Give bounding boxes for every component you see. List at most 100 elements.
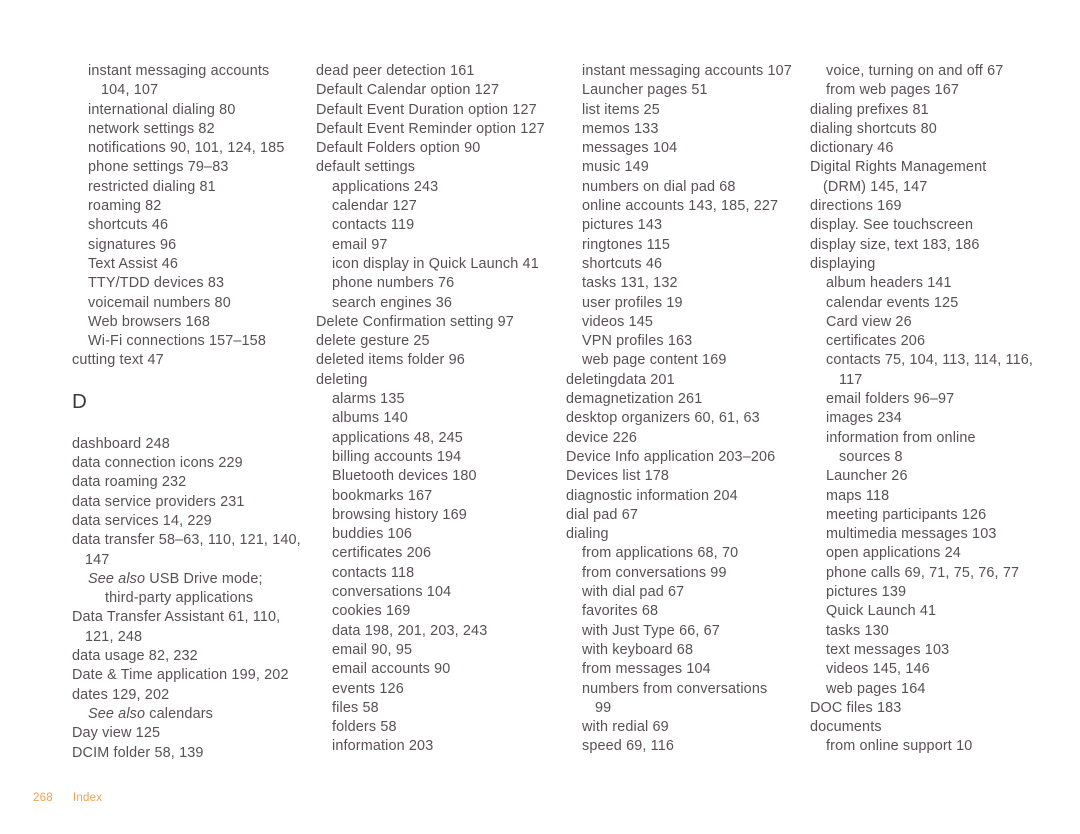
index-entry: restricted dialing 81	[72, 178, 304, 197]
index-entry-text: email 97	[332, 236, 388, 253]
index-entry-text: tasks 130	[826, 622, 889, 639]
index-entry-text: Web browsers 168	[88, 313, 211, 330]
index-column-2: dead peer detection 161 Default Calendar …	[316, 62, 548, 757]
index-entry-text: search engines 36	[332, 294, 453, 311]
index-entry: meeting participants 126	[810, 506, 1042, 525]
index-entry: Card view 26	[810, 313, 1042, 332]
index-entry-text: TTY/TDD devices 83	[88, 275, 225, 292]
index-entry-text: Default Folders option 90	[316, 140, 481, 157]
index-entry-text: videos 145, 146	[826, 661, 930, 678]
index-entry-text: data roaming 232	[72, 474, 187, 491]
index-entry: videos 145	[566, 313, 798, 332]
index-entry-text: pictures 139	[826, 584, 907, 601]
index-entry: VPN profiles 163	[566, 332, 798, 351]
index-entry: web pages 164	[810, 680, 1042, 699]
index-entry-text: text messages 103	[826, 641, 950, 658]
index-entry-text: files 58	[332, 699, 379, 716]
index-entry: with redial 69	[566, 718, 798, 737]
index-entry: diagnostic information 204	[566, 487, 798, 506]
footer-page-number: 268	[33, 792, 53, 804]
index-entry-text: demagnetization 261	[566, 391, 703, 408]
index-column-3: instant messaging accounts 107 Launcher p…	[566, 62, 798, 757]
index-entry: certificates 206	[810, 332, 1042, 351]
index-entry-text: cutting text 47	[72, 352, 164, 369]
index-entry: music 149	[566, 158, 798, 177]
index-entry: ringtones 115	[566, 236, 798, 255]
index-entry-text: Default Event Reminder option 127	[316, 120, 545, 137]
index-entry-text: phone settings 79–83	[88, 159, 229, 176]
see-also-label: See also	[88, 705, 146, 722]
index-entry-text: delete gesture 25	[316, 333, 430, 350]
index-entry-text: dictionary 46	[810, 140, 894, 157]
index-entry: alarms 135	[316, 390, 548, 409]
see-also-label: See also	[88, 570, 146, 587]
index-entry-text: Default Calendar option 127	[316, 82, 500, 99]
index-entry: Default Calendar option 127	[316, 81, 548, 100]
index-entry-text: pictures 143	[582, 217, 663, 234]
index-entry: contacts 118	[316, 564, 548, 583]
index-entry: videos 145, 146	[810, 660, 1042, 679]
index-entry: display. See touchscreen	[810, 216, 1042, 235]
index-entry: applications 48, 245	[316, 429, 548, 448]
index-entry-text: Bluetooth devices 180	[332, 468, 477, 485]
index-entry: dates 129, 202	[72, 686, 304, 705]
index-entry-text: network settings 82	[88, 120, 215, 137]
index-entry: open applications 24	[810, 544, 1042, 563]
index-entry: numbers from conversations 99	[566, 680, 798, 719]
index-entry: browsing history 169	[316, 506, 548, 525]
index-entry: calendar events 125	[810, 294, 1042, 313]
index-entry-continuation: 99	[595, 699, 612, 716]
see-also-target: calendars	[145, 705, 213, 722]
index-entry: certificates 206	[316, 544, 548, 563]
index-entry-text: documents	[810, 719, 882, 736]
index-entry-text: dialing	[566, 526, 609, 543]
index-entry-text: calendar events 125	[826, 294, 959, 311]
index-entry: dialing prefixes 81	[810, 101, 1042, 120]
index-entry: from web pages 167	[810, 81, 1042, 100]
index-entry-text: phone calls 69, 71, 75, 76, 77	[826, 564, 1020, 581]
index-entry: Web browsers 168	[72, 313, 304, 332]
index-entry-text: meeting participants 126	[826, 506, 987, 523]
index-entry: email folders 96–97	[810, 390, 1042, 409]
index-entry: Devices list 178	[566, 467, 798, 486]
index-entry: phone numbers 76	[316, 274, 548, 293]
index-entry-text: online accounts 143, 185, 227	[582, 198, 779, 215]
index-entry-text: display. See touchscreen	[810, 217, 974, 234]
index-entry: data roaming 232	[72, 473, 304, 492]
index-entry-text: videos 145	[582, 313, 654, 330]
index-entry-text: signatures 96	[88, 236, 177, 253]
index-entry-text: voicemail numbers 80	[88, 294, 231, 311]
index-entry: roaming 82	[72, 197, 304, 216]
index-entry-text: ringtones 115	[582, 236, 671, 253]
index-entry-text: Device Info application 203–206	[566, 448, 776, 465]
index-entry: numbers on dial pad 68	[566, 178, 798, 197]
index-entry: icon display in Quick Launch 41	[316, 255, 548, 274]
index-entry: Day view 125	[72, 724, 304, 743]
index-entry-text: contacts 118	[332, 564, 415, 581]
index-entry-text: images 234	[826, 410, 902, 427]
index-entry: albums 140	[316, 409, 548, 428]
index-entry-text: calendar 127	[332, 198, 417, 215]
index-entry-text: default settings	[316, 159, 416, 176]
index-entry-text: folders 58	[332, 719, 397, 736]
index-entry: email 90, 95	[316, 641, 548, 660]
see-also-target: USB Drive mode;	[145, 570, 263, 587]
index-entry-text: icon display in Quick Launch 41	[332, 255, 539, 272]
index-entry: demagnetization 261	[566, 390, 798, 409]
index-entry-text: with dial pad 67	[582, 584, 685, 601]
index-entry: from messages 104	[566, 660, 798, 679]
index-entry-text: conversations 104	[332, 584, 452, 601]
index-entry: dashboard 248	[72, 435, 304, 454]
index-column-4: voice, turning on and off 67 from web pag…	[810, 62, 1042, 757]
index-entry-text: directions 169	[810, 198, 902, 215]
index-entry-text: DCIM folder 58, 139	[72, 744, 204, 761]
index-entry: album headers 141	[810, 274, 1042, 293]
index-entry-text: email 90, 95	[332, 641, 413, 658]
index-entry: list items 25	[566, 101, 798, 120]
index-entry: memos 133	[566, 120, 798, 139]
index-entry-text: contacts 119	[332, 217, 415, 234]
index-entry: from conversations 99	[566, 564, 798, 583]
index-entry: contacts 119	[316, 216, 548, 235]
index-entry: documents	[810, 718, 1042, 737]
index-entry: deletingdata 201	[566, 371, 798, 390]
